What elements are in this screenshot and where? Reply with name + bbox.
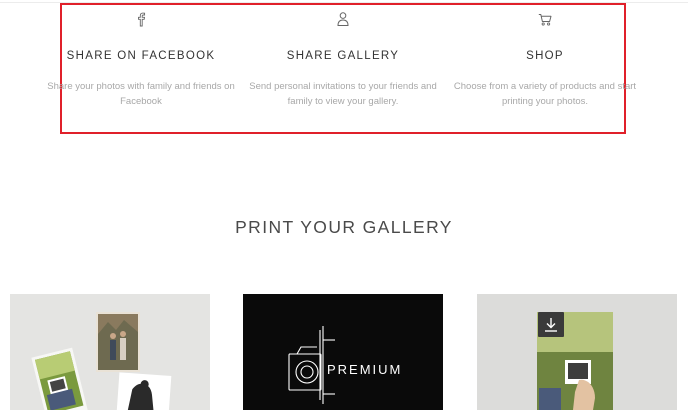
feature-shop[interactable]: SHOP Choose from a variety of products a…	[450, 0, 640, 109]
feature-description: Share your photos with family and friend…	[47, 81, 235, 107]
print-gallery-heading: PRINT YOUR GALLERY	[235, 217, 453, 237]
print-card-collage[interactable]	[10, 294, 210, 410]
download-button[interactable]	[538, 312, 564, 337]
cart-icon	[538, 14, 552, 26]
premium-label: PREMIUM	[327, 362, 403, 377]
feature-title: SHARE ON FACEBOOK	[66, 50, 216, 62]
feature-title: SHARE GALLERY	[286, 50, 400, 62]
feature-title: SHOP	[526, 50, 564, 62]
print-card-photo[interactable]	[477, 294, 677, 410]
feature-description: Send personal invitations to your friend…	[249, 81, 437, 107]
feature-share-facebook[interactable]: SHARE ON FACEBOOK Share your photos with…	[46, 0, 236, 109]
camera-logo-icon	[288, 326, 335, 404]
collage-image	[31, 312, 172, 410]
facebook-icon	[138, 12, 146, 27]
feature-description: Choose from a variety of products and st…	[453, 81, 637, 107]
feature-share-gallery[interactable]: SHARE GALLERY Send personal invitations …	[248, 0, 438, 109]
print-card-premium[interactable]: PREMIUM	[243, 294, 443, 410]
download-icon	[545, 318, 557, 332]
user-icon	[337, 12, 349, 26]
hand-photo-image	[537, 312, 613, 410]
